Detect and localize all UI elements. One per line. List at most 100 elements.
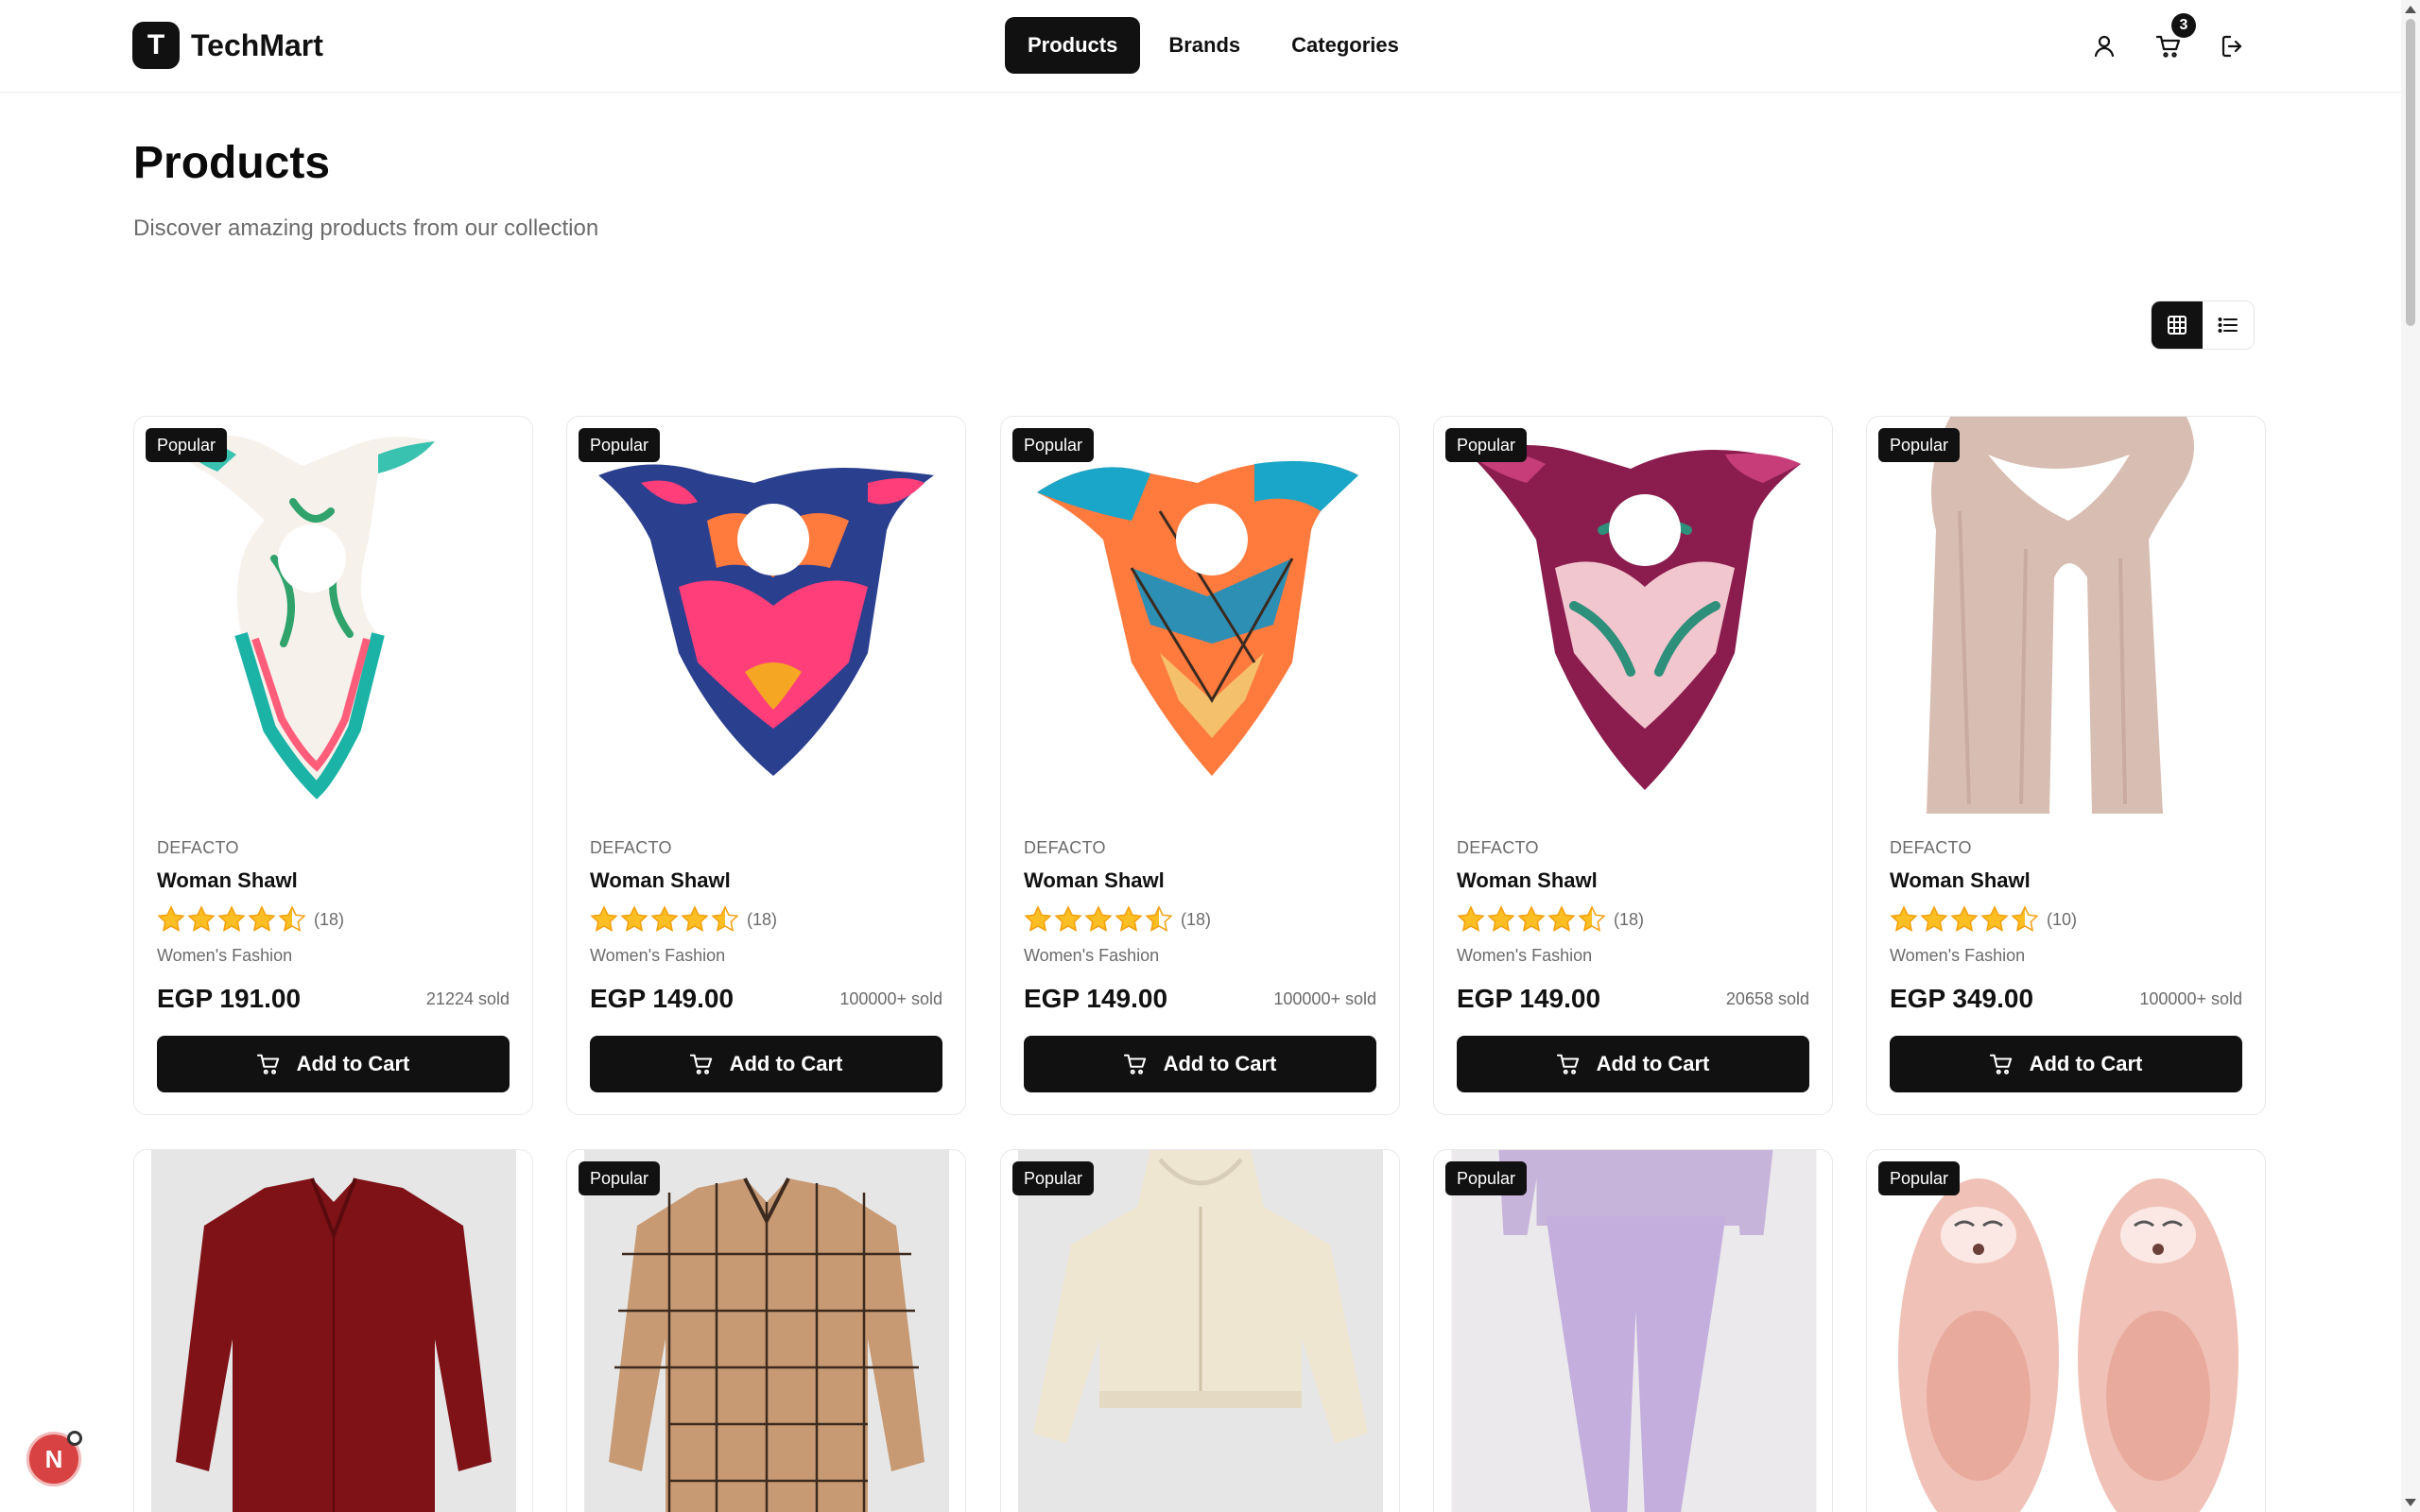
add-to-cart-label: Add to Cart [1596, 1052, 1710, 1075]
product-card[interactable]: Popular DEFACTO Woman Shawl (10) Women's… [1866, 416, 2266, 1115]
scroll-thumb[interactable] [2406, 19, 2415, 326]
product-card[interactable] [133, 1149, 533, 1512]
cart-icon [2156, 35, 2181, 58]
floating-assistant-button[interactable]: N [26, 1431, 82, 1486]
add-to-cart-button[interactable]: Add to Cart [1457, 1036, 1809, 1092]
star-filled-icon [188, 906, 215, 932]
product-name[interactable]: Woman Shawl [157, 868, 298, 893]
star-filled-icon [1951, 906, 1978, 932]
cart-icon [256, 1054, 279, 1074]
product-category: Women's Fashion [1024, 946, 1160, 965]
star-filled-icon [218, 906, 245, 932]
product-price: EGP 191.00 [157, 984, 302, 1013]
cart-icon [1123, 1054, 1146, 1074]
product-brand: DEFACTO [157, 838, 239, 857]
popular-badge: Popular [579, 1161, 661, 1195]
star-filled-icon [1488, 906, 1514, 932]
star-filled-icon [1085, 906, 1112, 932]
star-filled-icon [1548, 906, 1575, 932]
product-image[interactable] [1884, 417, 2249, 814]
logo-mark: T [132, 22, 180, 69]
add-to-cart-label: Add to Cart [2029, 1052, 2143, 1075]
sold-count: 100000+ sold [839, 989, 942, 1008]
star-filled-icon [1025, 906, 1051, 932]
sold-count: 20658 sold [1725, 989, 1809, 1008]
product-image[interactable] [584, 1150, 949, 1512]
star-filled-icon [621, 906, 648, 932]
product-image[interactable] [1018, 1150, 1383, 1512]
product-image[interactable] [151, 1150, 516, 1512]
star-half-icon [712, 906, 738, 932]
header-actions: 3 [2084, 13, 2253, 66]
add-to-cart-button[interactable]: Add to Cart [1024, 1036, 1376, 1092]
nav-categories[interactable]: Categories [1269, 17, 1422, 74]
user-icon[interactable] [2084, 26, 2124, 66]
product-brand: DEFACTO [1024, 838, 1106, 857]
logo[interactable]: T TechMart [132, 22, 323, 69]
sold-count: 100000+ sold [1273, 989, 1376, 1008]
star-filled-icon [1458, 906, 1484, 932]
star-filled-icon [682, 906, 708, 932]
product-card[interactable]: Popular [1866, 1149, 2266, 1512]
product-image[interactable] [1884, 1150, 2249, 1512]
product-card[interactable]: Popular [566, 1149, 966, 1512]
cart-icon [689, 1054, 712, 1074]
grid-icon [2168, 316, 2187, 335]
scroll-down-arrow[interactable] [2405, 1499, 2416, 1506]
review-count: (18) [1181, 909, 1212, 929]
product-price: EGP 149.00 [1024, 984, 1168, 1013]
product-name[interactable]: Woman Shawl [590, 868, 731, 893]
popular-badge: Popular [1445, 428, 1528, 462]
nav-products[interactable]: Products [1005, 17, 1141, 74]
product-brand: DEFACTO [590, 838, 672, 857]
product-rating: (18) [1457, 905, 1644, 934]
product-card[interactable]: Popular [1433, 1149, 1833, 1512]
cart-icon [1989, 1054, 2012, 1074]
list-view-button[interactable] [2203, 301, 2254, 349]
scrollbar[interactable] [2401, 0, 2420, 1512]
product-rating: (18) [1024, 905, 1211, 934]
list-icon [2218, 318, 2238, 333]
product-name[interactable]: Woman Shawl [1890, 868, 2031, 893]
cart-count-badge: 3 [2171, 13, 2196, 38]
add-to-cart-label: Add to Cart [729, 1052, 843, 1075]
product-image[interactable] [151, 417, 516, 814]
product-card[interactable]: Popular DEFACTO Woman Shawl (18) Women's… [566, 416, 966, 1115]
add-to-cart-button[interactable]: Add to Cart [157, 1036, 510, 1092]
floating-button-label: N [44, 1444, 63, 1473]
product-price: EGP 149.00 [590, 984, 735, 1013]
main-nav: Products Brands Categories [1005, 17, 1422, 74]
product-image[interactable] [584, 417, 949, 814]
scroll-up-arrow[interactable] [2405, 6, 2416, 13]
popular-badge: Popular [1012, 428, 1095, 462]
review-count: (10) [2047, 909, 2078, 929]
add-to-cart-button[interactable]: Add to Cart [590, 1036, 942, 1092]
logout-icon[interactable] [2213, 26, 2253, 66]
product-card[interactable]: Popular DEFACTO Woman Shawl (18) Women's… [1433, 416, 1833, 1115]
grid-view-button[interactable] [2152, 301, 2203, 349]
cart-icon [1556, 1054, 1579, 1074]
logo-text: TechMart [191, 27, 323, 62]
product-name[interactable]: Woman Shawl [1024, 868, 1165, 893]
product-name[interactable]: Woman Shawl [1457, 868, 1598, 893]
cart-button[interactable]: 3 [2149, 13, 2196, 66]
product-category: Women's Fashion [157, 946, 293, 965]
product-image[interactable] [1434, 1150, 1833, 1512]
product-image[interactable] [1451, 417, 1816, 814]
star-filled-icon [1518, 906, 1545, 932]
popular-badge: Popular [146, 428, 228, 462]
product-image[interactable] [1018, 417, 1383, 814]
product-card[interactable]: Popular DEFACTO Woman Shawl (18) Women's… [133, 416, 533, 1115]
add-to-cart-button[interactable]: Add to Cart [1890, 1036, 2242, 1092]
page-subtitle: Discover amazing products from our colle… [133, 215, 599, 241]
product-card[interactable]: Popular [1000, 1149, 1400, 1512]
product-price: EGP 149.00 [1457, 984, 1601, 1013]
nav-brands[interactable]: Brands [1146, 17, 1263, 74]
popular-badge: Popular [579, 428, 661, 462]
star-filled-icon [1115, 906, 1142, 932]
popular-badge: Popular [1012, 1161, 1095, 1195]
review-count: (18) [747, 909, 778, 929]
product-card[interactable]: Popular DEFACTO Woman Shawl (18) Women's… [1000, 416, 1400, 1115]
notification-dot [67, 1431, 82, 1446]
product-rating: (18) [157, 905, 344, 934]
